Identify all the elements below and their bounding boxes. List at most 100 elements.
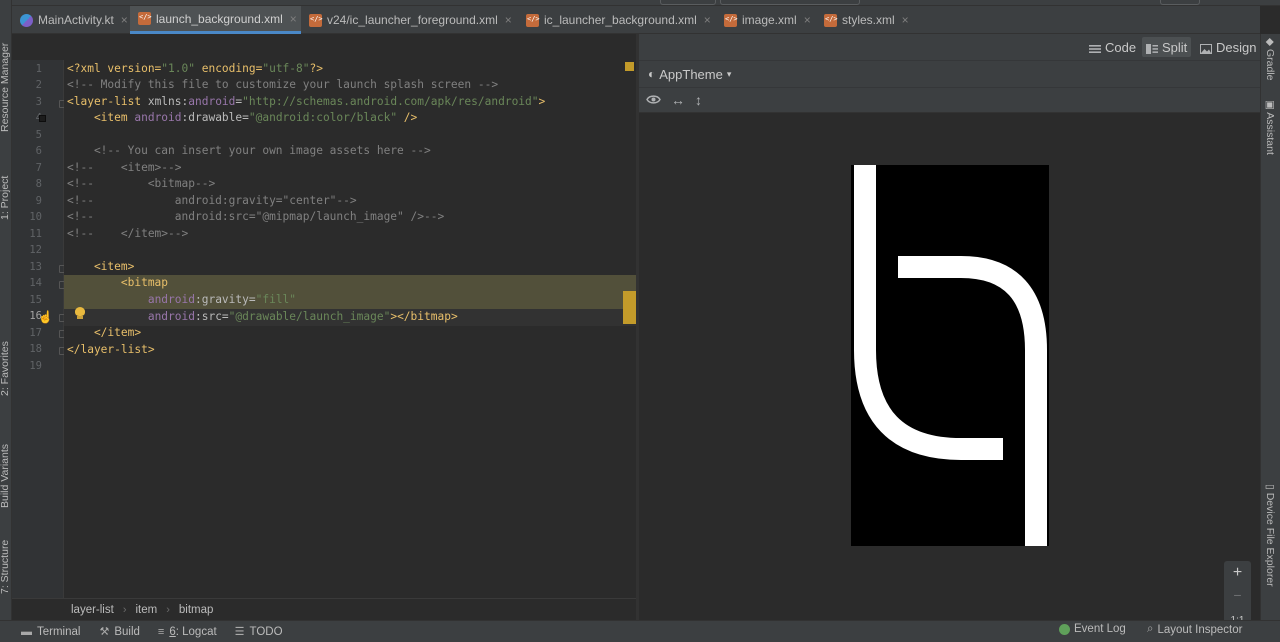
theme-icon: ◐ [648, 67, 656, 81]
build-tool-button[interactable]: ⚒ Build [99, 625, 140, 639]
close-icon[interactable]: × [804, 13, 811, 27]
gradle-tool[interactable]: ◆ Gradle [1264, 38, 1276, 81]
theme-dropdown[interactable]: AppTheme [659, 67, 723, 82]
design-mode-label: Design [1216, 39, 1257, 55]
image-icon [1200, 42, 1212, 54]
structure-tool[interactable]: 7: Structure [0, 540, 11, 594]
preview-toolbar: ↔ ↕ [639, 87, 1260, 113]
lightbulb-icon[interactable] [74, 307, 86, 320]
chevron-right-icon: › [122, 603, 127, 616]
tab-image[interactable]: image.xml × [716, 6, 816, 34]
code-line-9: <!-- android:gravity="center"--> [67, 194, 357, 207]
line-number: 3 [35, 96, 42, 108]
terminal-label: Terminal [37, 625, 81, 638]
build-label: Build [114, 625, 140, 638]
scroll-marker[interactable] [623, 291, 636, 324]
logcat-tool-button[interactable]: ≡ 6: Logcat [158, 626, 217, 638]
code-line-4: <item android:drawable="@android:color/b… [67, 111, 418, 124]
code-mode-label: Code [1105, 39, 1137, 55]
xml-file-icon [138, 12, 152, 25]
toolbar-fragment [720, 0, 860, 5]
code-line-16: android:src="@drawable/launch_image"></b… [147, 310, 458, 323]
project-tool[interactable]: 1: Project [0, 176, 11, 220]
favorites-tool[interactable]: 2: Favorites [0, 341, 11, 396]
tab-label: ic_launcher_background.xml [544, 13, 697, 27]
line-number: 9 [35, 195, 42, 207]
event-log-label: Event Log [1074, 623, 1126, 635]
color-swatch-icon[interactable] [39, 115, 46, 122]
close-icon[interactable]: × [290, 12, 297, 26]
code-editor[interactable]: <?xml version="1.0" encoding="utf-8"?> <… [64, 60, 636, 598]
code-line-3: <layer-list xmlns:android="http://schema… [67, 95, 546, 108]
code-line-2: <!-- Modify this file to customize your … [67, 78, 499, 91]
zoom-in-button[interactable]: + [1224, 564, 1251, 582]
event-log-icon [1059, 623, 1070, 635]
tab-styles[interactable]: styles.xml × [816, 6, 916, 34]
gradle-label: Gradle [1264, 49, 1276, 81]
code-line-13: <item> [67, 260, 135, 273]
layout-inspector-button[interactable]: ⌕ Layout Inspector [1147, 623, 1242, 636]
event-log-button[interactable]: Event Log [1059, 623, 1126, 635]
right-tool-stripe: ◆ Gradle ▣ Assistant ▯ Device File Explo… [1260, 34, 1280, 620]
line-number: 6 [35, 145, 42, 157]
vertical-resize-icon[interactable]: ↕ [695, 92, 702, 108]
eye-icon[interactable] [646, 92, 661, 108]
zoom-out-button[interactable]: − [1224, 587, 1251, 603]
line-number: 14 [29, 277, 42, 289]
line-number-gutter[interactable]: 1 2 3 4 5 6 7 8 9 10 11 12 13 14 15 16 1… [12, 60, 66, 598]
theme-toolbar: ◐ AppTheme ▾ [639, 60, 1260, 87]
line-number: 1 [35, 63, 42, 75]
chevron-down-icon[interactable]: ▾ [727, 69, 732, 80]
terminal-tool-button[interactable]: ▬ Terminal [21, 626, 80, 638]
tab-ic-launcher-background[interactable]: ic_launcher_background.xml × [518, 6, 716, 34]
layout-inspector-icon: ⌕ [1147, 623, 1154, 635]
design-mode-button[interactable]: Design [1196, 37, 1260, 57]
close-icon[interactable]: × [704, 13, 711, 27]
split-mode-button[interactable]: Split [1142, 37, 1192, 57]
inspection-status-icon[interactable] [625, 62, 634, 71]
breadcrumb-item[interactable]: item [135, 604, 157, 616]
xml-file-icon [526, 13, 540, 27]
code-mode-button[interactable]: Code [1085, 37, 1140, 57]
code-line-6: <!-- You can insert your own image asset… [67, 144, 431, 157]
tab-mainactivity[interactable]: MainActivity.kt × [12, 6, 130, 34]
tab-label: v24/ic_launcher_foreground.xml [327, 13, 498, 27]
todo-tool-button[interactable]: ☰ TODO [235, 625, 283, 639]
build-variants-tool[interactable]: Build Variants [0, 444, 11, 508]
code-line-14: <bitmap [67, 276, 169, 289]
chevron-right-icon: › [166, 603, 170, 616]
device-file-explorer-tool[interactable]: ▯ Device File Explorer [1264, 484, 1276, 587]
line-number: 5 [35, 129, 42, 141]
launch-image-graphic [854, 165, 1047, 546]
tab-launch-background[interactable]: launch_background.xml × [130, 6, 301, 34]
close-icon[interactable]: × [902, 13, 909, 27]
horizontal-resize-icon[interactable]: ↔ [671, 92, 685, 108]
toolbar-fragment [1160, 0, 1200, 5]
assistant-tool[interactable]: ▣ Assistant [1264, 100, 1276, 155]
device-icon: ▯ [1264, 484, 1276, 493]
code-line-11: <!-- </item>--> [67, 227, 189, 240]
resource-manager-tool[interactable]: Resource Manager [0, 43, 11, 132]
xml-file-icon [309, 13, 323, 27]
code-line-1: <?xml version="1.0" encoding="utf-8"?> [67, 62, 323, 75]
breadcrumb-item[interactable]: layer-list [71, 604, 114, 616]
android-studio-window: Resource Manager 1: Project 2: Favorites… [0, 0, 1280, 642]
line-number: 18 [29, 343, 42, 355]
close-icon[interactable]: × [505, 13, 512, 27]
line-number: 7 [35, 162, 42, 174]
tab-label: launch_background.xml [156, 11, 283, 26]
tab-label: styles.xml [842, 13, 895, 27]
breadcrumb-item[interactable]: bitmap [179, 604, 214, 616]
close-icon[interactable]: × [121, 13, 128, 27]
line-number: 11 [29, 228, 42, 240]
toolbar-fragment [660, 0, 716, 5]
todo-label: TODO [249, 625, 283, 638]
tab-label: MainActivity.kt [38, 13, 114, 27]
tab-ic-launcher-foreground[interactable]: v24/ic_launcher_foreground.xml × [301, 6, 518, 34]
split-icon [1146, 42, 1158, 54]
xml-file-icon [824, 13, 838, 27]
design-canvas[interactable]: + − 1:1 [639, 113, 1260, 642]
xml-file-icon [724, 13, 738, 27]
code-lines-icon [1089, 42, 1101, 53]
editor-tab-bar: MainActivity.kt × launch_background.xml … [12, 6, 1260, 34]
